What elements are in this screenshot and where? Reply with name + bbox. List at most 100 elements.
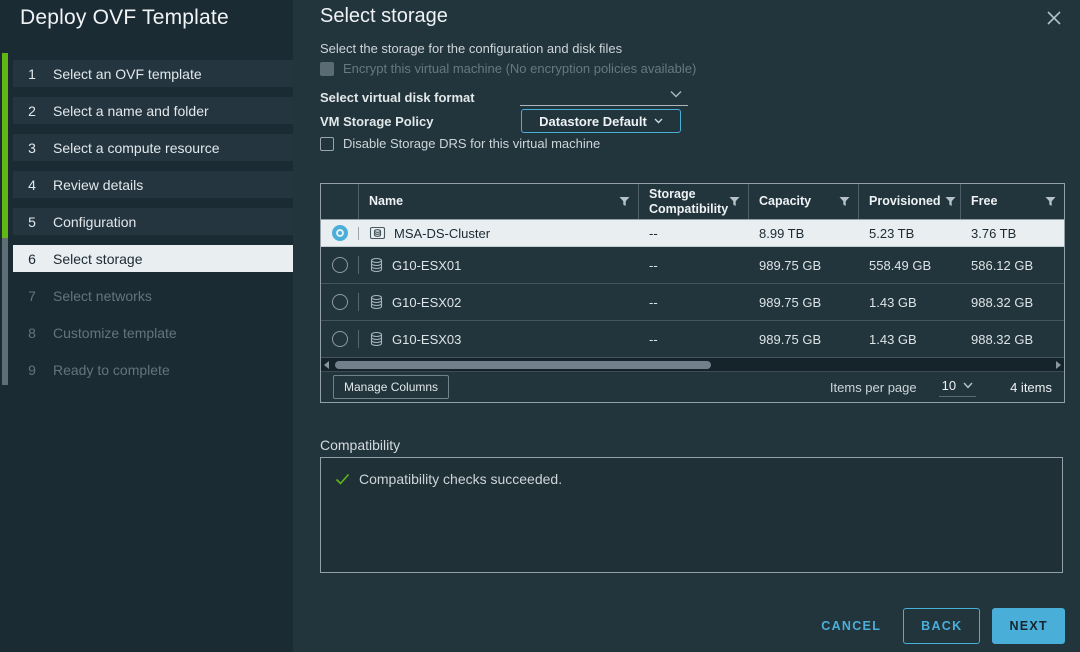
column-label: Capacity	[759, 194, 811, 208]
items-per-page-label: Items per page	[830, 380, 917, 395]
table-row-g10-esx03[interactable]: G10-ESX03 -- 989.75 GB 1.43 GB 988.32 GB	[321, 321, 1064, 358]
row-storage-compat-cell: --	[639, 220, 749, 246]
step-label: Review details	[53, 177, 143, 193]
row-capacity-cell: 989.75 GB	[749, 321, 859, 357]
row-name-cell[interactable]: MSA-DS-Cluster	[359, 220, 639, 246]
row-provisioned-cell: 1.43 GB	[859, 284, 961, 320]
table-row-g10-esx01[interactable]: G10-ESX01 -- 989.75 GB 558.49 GB 586.12 …	[321, 247, 1064, 284]
sidebar-step-ready-to-complete: 9 Ready to complete	[13, 356, 293, 383]
storage-policy-label: VM Storage Policy	[320, 114, 433, 129]
row-storage-compat-cell: --	[639, 284, 749, 320]
step-number: 7	[22, 288, 42, 304]
page-subtitle: Select the storage for the configuration…	[320, 41, 622, 56]
disable-drs-checkbox[interactable]	[320, 137, 334, 151]
step-number: 1	[22, 66, 42, 82]
storage-datagrid: Name Storage Compatibility Capacity Prov…	[320, 183, 1065, 403]
close-icon[interactable]	[1046, 10, 1062, 26]
chevron-down-icon	[670, 90, 682, 98]
step-number: 9	[22, 362, 42, 378]
row-name-cell[interactable]: G10-ESX03	[359, 321, 639, 357]
cancel-button[interactable]: CANCEL	[821, 619, 881, 633]
row-storage-compat-cell: --	[639, 247, 749, 283]
datastore-name: G10-ESX01	[392, 258, 461, 273]
progress-rail-completed	[2, 53, 8, 238]
row-capacity-cell: 989.75 GB	[749, 247, 859, 283]
step-number: 4	[22, 177, 42, 193]
step-number: 6	[22, 251, 42, 267]
step-label: Customize template	[53, 325, 177, 341]
step-number: 2	[22, 103, 42, 119]
horizontal-scrollbar[interactable]	[321, 358, 1064, 372]
radio-selected[interactable]	[332, 225, 348, 241]
radio-unselected[interactable]	[332, 294, 348, 310]
radio-unselected[interactable]	[332, 331, 348, 347]
sidebar-step-review-details[interactable]: 4 Review details	[13, 171, 293, 198]
encrypt-vm-label: Encrypt this virtual machine (No encrypt…	[343, 61, 696, 76]
progress-rail-remaining	[2, 238, 8, 385]
filter-icon[interactable]	[839, 196, 850, 207]
row-name-cell[interactable]: G10-ESX02	[359, 284, 639, 320]
sidebar-step-select-ovf-template[interactable]: 1 Select an OVF template	[13, 60, 293, 87]
filter-icon[interactable]	[1045, 196, 1056, 207]
sidebar-step-select-name-folder[interactable]: 2 Select a name and folder	[13, 97, 293, 124]
scrollbar-thumb[interactable]	[335, 361, 711, 369]
header-cell-provisioned[interactable]: Provisioned	[859, 184, 961, 219]
sidebar-step-customize-template: 8 Customize template	[13, 319, 293, 346]
radio-unselected[interactable]	[332, 257, 348, 273]
storage-policy-dropdown[interactable]: Datastore Default	[521, 109, 681, 133]
row-free-cell: 586.12 GB	[961, 247, 1064, 283]
step-label: Select an OVF template	[53, 66, 202, 82]
header-cell-storage-compatibility[interactable]: Storage Compatibility	[639, 184, 749, 219]
filter-icon[interactable]	[729, 196, 740, 207]
row-radio-cell[interactable]	[321, 284, 359, 320]
chevron-down-icon	[654, 118, 663, 124]
column-label: Storage Compatibility	[649, 187, 725, 216]
disable-drs-checkbox-row[interactable]: Disable Storage DRS for this virtual mac…	[320, 136, 600, 151]
datastore-name: G10-ESX03	[392, 332, 461, 347]
disable-drs-label: Disable Storage DRS for this virtual mac…	[343, 136, 600, 151]
row-storage-compat-cell: --	[639, 321, 749, 357]
back-button[interactable]: BACK	[903, 608, 980, 644]
manage-columns-button[interactable]: Manage Columns	[333, 375, 449, 399]
filter-icon[interactable]	[619, 196, 630, 207]
row-radio-cell[interactable]	[321, 321, 359, 357]
table-row-g10-esx02[interactable]: G10-ESX02 -- 989.75 GB 1.43 GB 988.32 GB	[321, 284, 1064, 321]
filter-icon[interactable]	[945, 196, 956, 207]
datastore-icon	[369, 257, 384, 273]
row-radio-cell[interactable]	[321, 220, 359, 246]
disk-format-select[interactable]	[520, 83, 688, 106]
items-per-page-select[interactable]: 10	[939, 377, 976, 397]
datastore-cluster-icon	[369, 225, 386, 241]
datagrid-header: Name Storage Compatibility Capacity Prov…	[321, 184, 1064, 220]
datastore-icon	[369, 331, 384, 347]
encrypt-vm-checkbox	[320, 62, 334, 76]
scroll-right-icon[interactable]	[1056, 361, 1061, 369]
sidebar-step-configuration[interactable]: 5 Configuration	[13, 208, 293, 235]
step-label: Select a name and folder	[53, 103, 209, 119]
header-cell-free[interactable]: Free	[961, 184, 1064, 219]
row-radio-cell[interactable]	[321, 247, 359, 283]
row-capacity-cell: 8.99 TB	[749, 220, 859, 246]
next-button[interactable]: NEXT	[992, 608, 1065, 644]
row-provisioned-cell: 1.43 GB	[859, 321, 961, 357]
wizard-title: Deploy OVF Template	[20, 6, 229, 30]
header-cell-capacity[interactable]: Capacity	[749, 184, 859, 219]
disk-format-label: Select virtual disk format	[320, 90, 475, 105]
header-cell-name[interactable]: Name	[359, 184, 639, 219]
chevron-down-icon	[963, 382, 973, 389]
datastore-name: G10-ESX02	[392, 295, 461, 310]
sidebar-step-select-networks: 7 Select networks	[13, 282, 293, 309]
step-label: Configuration	[53, 214, 136, 230]
datagrid-footer: Manage Columns Items per page 10 4 items	[321, 372, 1064, 402]
row-free-cell: 988.32 GB	[961, 284, 1064, 320]
table-row-msa-ds-cluster[interactable]: MSA-DS-Cluster -- 8.99 TB 5.23 TB 3.76 T…	[321, 220, 1064, 247]
row-name-cell[interactable]: G10-ESX01	[359, 247, 639, 283]
column-label: Provisioned	[869, 194, 941, 208]
wizard-sidebar: Deploy OVF Template 1 Select an OVF temp…	[0, 0, 293, 652]
wizard-action-bar: CANCEL BACK NEXT	[821, 608, 1065, 644]
row-free-cell: 3.76 TB	[961, 220, 1064, 246]
scroll-left-icon[interactable]	[324, 361, 329, 369]
sidebar-step-select-storage[interactable]: 6 Select storage	[13, 245, 293, 272]
sidebar-step-select-compute-resource[interactable]: 3 Select a compute resource	[13, 134, 293, 161]
column-label: Name	[369, 194, 403, 208]
